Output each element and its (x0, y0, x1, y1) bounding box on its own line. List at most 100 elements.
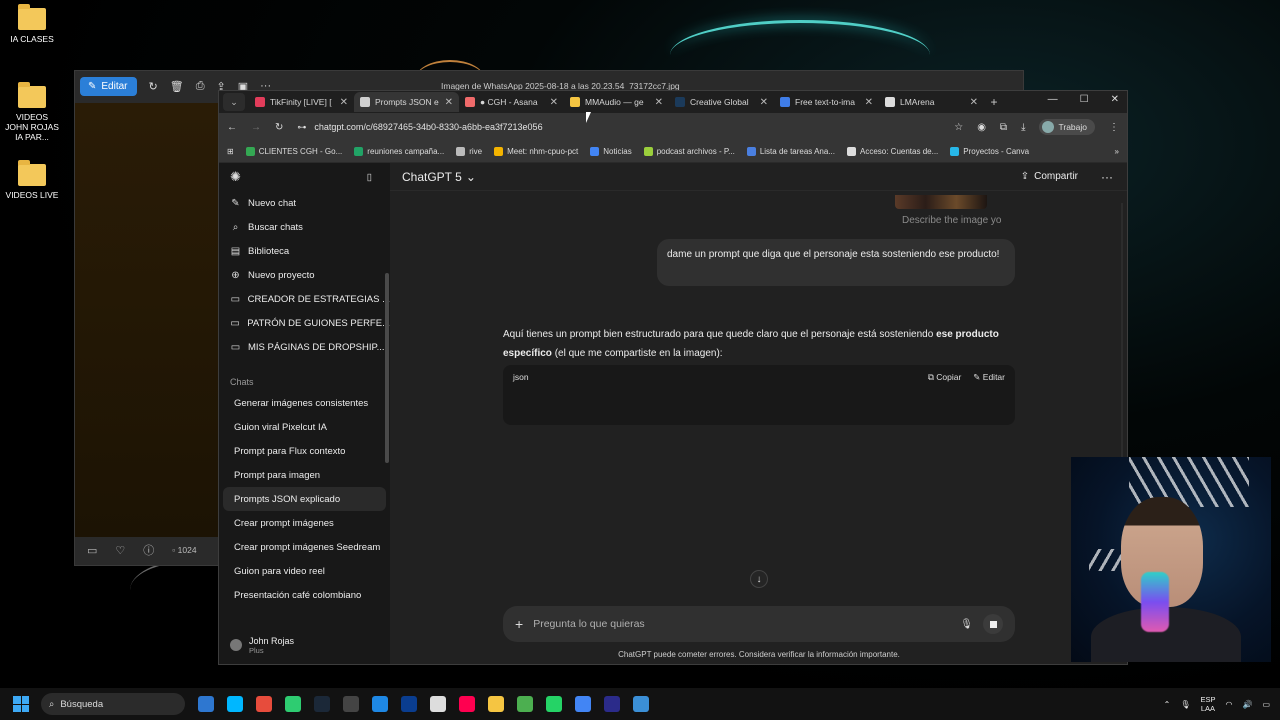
delete-icon[interactable]: 🗑 (170, 80, 184, 93)
desktop-icon-videos-live[interactable]: VIDEOS LIVE (4, 160, 60, 200)
url-field[interactable]: ⊶ chatgpt.com/c/68927465-34b0-8330-a6bb-… (297, 122, 940, 133)
stop-generating-button[interactable] (983, 614, 1003, 634)
menu-kebab-icon[interactable]: ⋮ (1109, 122, 1119, 133)
forward-icon[interactable]: → (251, 122, 261, 133)
windows-start-icon[interactable] (13, 696, 29, 712)
taskbar-app-icon[interactable] (256, 696, 272, 712)
rotate-icon[interactable]: ↻ (149, 80, 158, 93)
tab-close-icon[interactable]: ✕ (865, 97, 873, 108)
tab-close-icon[interactable]: ✕ (970, 97, 978, 108)
tab-close-icon[interactable]: ✕ (760, 97, 768, 108)
chevron-right-double-icon[interactable]: » (1115, 147, 1119, 156)
bookmark-item[interactable]: Meet: nhm-cpuo-pct (494, 147, 578, 156)
language-indicator[interactable]: ESP LAA (1200, 695, 1215, 713)
volume-icon[interactable]: 🔊 (1242, 700, 1252, 709)
sidebar-item[interactable]: ⊕ Nuevo proyecto (219, 263, 390, 287)
sidebar-item[interactable]: ▭ MIS PÁGINAS DE DROPSHIP... (219, 335, 390, 359)
taskbar-app-icon[interactable] (488, 696, 504, 712)
microphone-icon[interactable]: 🎙 (960, 619, 973, 630)
bookmark-item[interactable]: rive (456, 147, 482, 156)
browser-tab[interactable]: MMAudio — ge ✕ (564, 92, 669, 112)
taskbar-app-icon[interactable] (372, 696, 388, 712)
sidebar-item[interactable]: ▤ Biblioteca (219, 239, 390, 263)
attach-plus-icon[interactable]: + (515, 616, 523, 632)
composer-input[interactable]: Pregunta lo que quieras (533, 618, 950, 630)
profile-chip[interactable]: Trabajo (1039, 119, 1095, 135)
tab-close-icon[interactable]: ✕ (655, 97, 663, 108)
edit-code-button[interactable]: ✎ Editar (973, 372, 1005, 383)
browser-tab[interactable]: Free text-to-ima ✕ (774, 92, 879, 112)
browser-tab[interactable]: Creative Global ✕ (669, 92, 774, 112)
bookmark-item[interactable]: podcast archivos - P... (643, 147, 735, 156)
browser-tab[interactable]: LMArena ✕ (879, 92, 984, 112)
more-options-icon[interactable]: ··· (1101, 170, 1113, 184)
back-icon[interactable]: ← (227, 122, 237, 133)
print-icon[interactable]: ⎙ (196, 80, 205, 93)
tab-close-icon[interactable]: ✕ (550, 97, 558, 108)
taskbar-app-icon[interactable] (227, 696, 243, 712)
apps-grid-icon[interactable]: ⊞ (227, 147, 234, 156)
heart-icon[interactable]: ♡ (115, 544, 125, 557)
taskbar-app-icon[interactable] (314, 696, 330, 712)
bookmark-item[interactable]: Acceso: Cuentas de... (847, 147, 938, 156)
tab-search-button[interactable]: ⌄ (223, 93, 245, 111)
share-icon[interactable]: ⇪ (1021, 171, 1029, 182)
site-info-icon[interactable]: ⊶ (297, 122, 306, 133)
taskbar-search[interactable]: ⌕ Búsqueda (41, 693, 185, 715)
browser-tab[interactable]: Prompts JSON e ✕ (354, 92, 459, 112)
taskbar-app-icon[interactable] (633, 696, 649, 712)
wifi-icon[interactable]: ◠ (1225, 700, 1232, 709)
model-selector[interactable]: ChatGPT 5 ⌄ (402, 170, 476, 184)
chevron-up-icon[interactable]: ⌃ (1164, 700, 1171, 709)
openai-logo-icon[interactable]: ✺ (230, 169, 241, 185)
share-button[interactable]: Compartir (1034, 171, 1078, 182)
bookmark-item[interactable]: reuniones campaña... (354, 147, 444, 156)
reload-icon[interactable]: ↻ (275, 122, 283, 133)
info-icon[interactable]: ⓘ (143, 542, 154, 558)
maximize-icon[interactable]: ☐ (1080, 94, 1089, 105)
sidebar-scrollbar[interactable] (385, 273, 389, 463)
taskbar-app-icon[interactable] (430, 696, 446, 712)
taskbar-app-icon[interactable] (459, 696, 475, 712)
chat-list-item[interactable]: Crear prompt imágenes Seedream (223, 535, 386, 559)
bookmark-item[interactable]: Proyectos - Canva (950, 147, 1029, 156)
taskbar-app-icon[interactable] (285, 696, 301, 712)
bookmark-item[interactable]: Noticias (590, 147, 632, 156)
scroll-down-button[interactable]: ↓ (750, 570, 768, 588)
uploaded-image-thumbnail[interactable] (895, 195, 987, 209)
chat-list-item[interactable]: Generar imágenes consistentes (223, 391, 386, 415)
taskbar-app-icon[interactable] (604, 696, 620, 712)
taskbar-app-icon[interactable] (546, 696, 562, 712)
chat-list-item[interactable]: Prompt para imagen (223, 463, 386, 487)
chat-list-item[interactable]: Crear prompt imágenes (223, 511, 386, 535)
filmstrip-icon[interactable]: ▭ (87, 544, 97, 557)
taskbar-app-icon[interactable] (575, 696, 591, 712)
desktop-icon-ia-clases[interactable]: IA CLASES (4, 4, 60, 44)
browser-tab[interactable]: ● CGH - Asana ✕ (459, 92, 564, 112)
taskbar-app-icon[interactable] (401, 696, 417, 712)
viewer-edit-button[interactable]: ✎ Editar (80, 76, 137, 96)
taskbar-app-icon[interactable] (517, 696, 533, 712)
browser-tab[interactable]: TikFinity [LIVE] [✕ (249, 92, 354, 112)
taskbar-app-icon[interactable] (198, 696, 214, 712)
taskbar-app-icon[interactable] (343, 696, 359, 712)
tab-close-icon[interactable]: ✕ (340, 97, 348, 108)
download-icon[interactable]: ⤓ (1021, 122, 1025, 133)
star-icon[interactable]: ☆ (954, 122, 963, 133)
tab-close-icon[interactable]: ✕ (445, 97, 453, 108)
extensions-icon[interactable]: ⧉ (1000, 122, 1007, 133)
copy-code-button[interactable]: ⧉ Copiar (928, 372, 961, 383)
bookmark-item[interactable]: CLIENTES CGH - Go... (245, 147, 342, 156)
chat-list-item[interactable]: Guion viral Pixelcut IA (223, 415, 386, 439)
sidebar-item[interactable]: ⌕ Buscar chats (219, 215, 390, 239)
chat-list-item[interactable]: Prompt para Flux contexto (223, 439, 386, 463)
chat-list-item[interactable]: Prompts JSON explicado (223, 487, 386, 511)
chat-list-item[interactable]: Guion para video reel (223, 559, 386, 583)
microphone-icon[interactable]: 🎙 (1180, 700, 1190, 709)
close-icon[interactable]: ✕ (1111, 94, 1119, 105)
bookmark-item[interactable]: Lista de tareas Ana... (746, 147, 835, 156)
battery-icon[interactable]: ▭ (1262, 700, 1270, 709)
sidebar-toggle-icon[interactable]: ▯ (367, 172, 372, 183)
sidebar-item[interactable]: ▭ PATRÓN DE GUIONES PERFE... (219, 311, 390, 335)
sidebar-item[interactable]: ✎ Nuevo chat (219, 191, 390, 215)
